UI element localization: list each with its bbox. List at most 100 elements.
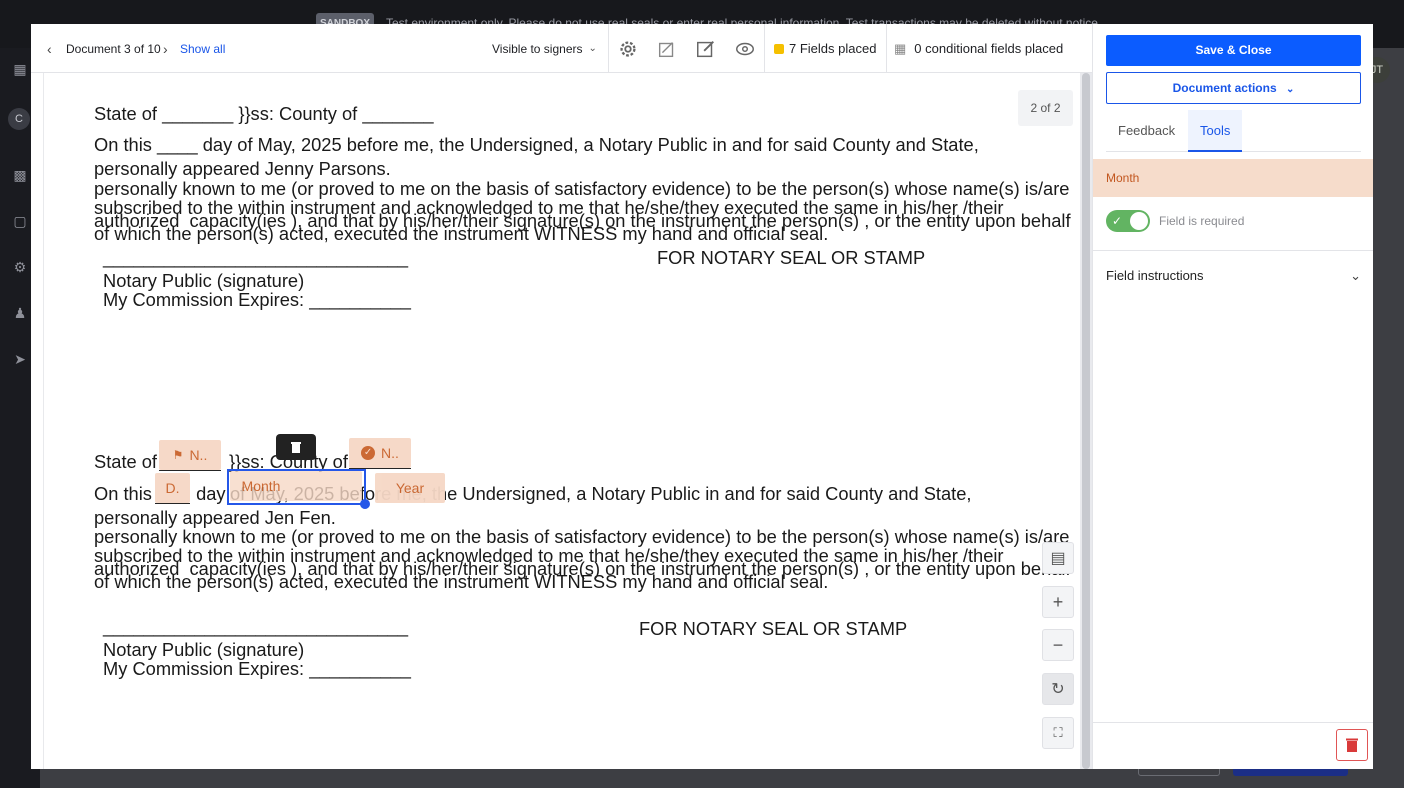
panel-tabs: Feedback Tools [1106, 110, 1361, 152]
show-all-link[interactable]: Show all [180, 24, 225, 73]
check-icon: ✓ [1112, 214, 1123, 228]
field-underline [159, 470, 221, 471]
save-close-button[interactable]: Save & Close [1106, 35, 1361, 66]
fields-dot-icon [774, 43, 784, 54]
doc-prev-button[interactable]: ‹ [47, 24, 52, 73]
doc-signature-line: ______________________________ [103, 616, 409, 637]
trash-icon [1346, 738, 1358, 752]
avatar: C [8, 108, 30, 130]
toolbar-divider [764, 24, 765, 73]
doc-next-button[interactable]: › [163, 24, 168, 73]
doc-signature-line: ______________________________ [103, 247, 409, 268]
calendar-icon: ▢ [13, 213, 27, 229]
chevron-down-icon: ⌄ [1350, 268, 1361, 283]
chevron-down-icon: ⌄ [588, 43, 597, 54]
settings-icon: ⚙ [13, 259, 27, 275]
field-chip-label: N.. [189, 447, 208, 463]
flag-icon: ⚑ [172, 448, 184, 462]
conditional-fields-label: 0 conditional fields placed [914, 41, 1064, 56]
selected-field-type: Month [1093, 159, 1373, 197]
doc-notary-label: Notary Public (signature) [103, 639, 305, 660]
resize-handle[interactable] [360, 499, 370, 509]
doc-notary-label: Notary Public (signature) [103, 270, 305, 291]
document-scrollbar[interactable] [1080, 73, 1092, 769]
doc-seal-label: FOR NOTARY SEAL OR STAMP [639, 618, 908, 639]
field-chip-label: Year [395, 480, 425, 496]
minus-icon: − [1052, 634, 1064, 655]
refresh-icon: ↻ [1051, 681, 1065, 698]
fullscreen-icon: ⛶ [1053, 725, 1063, 740]
delete-field-button[interactable] [1336, 729, 1368, 761]
fit-screen-button[interactable]: ⛶ [1042, 717, 1074, 749]
zoom-in-button[interactable]: + [1042, 586, 1074, 618]
doc-state-line: State of [94, 451, 163, 472]
dashboard-icon: ▩ [13, 167, 27, 183]
tab-feedback[interactable]: Feedback [1118, 110, 1175, 152]
required-label: Field is required [1159, 214, 1245, 228]
selected-field-outline[interactable] [227, 469, 366, 505]
rotate-button[interactable]: ↻ [1042, 673, 1074, 705]
fields-placed-label: 7 Fields placed [789, 41, 877, 56]
notary-state-field[interactable]: ⚑ N.. [159, 440, 221, 471]
doc-state-line: State of _______ }}ss: County of _______ [94, 103, 434, 124]
doc-text-line: personally known to me (or proved to me … [94, 178, 1070, 199]
doc-text-line: personally appeared Jen Fen. [94, 507, 336, 528]
field-chip-label: D. [165, 480, 180, 496]
rocket-icon: ➤ [14, 351, 26, 367]
edit-button[interactable] [695, 24, 717, 73]
gear-icon [620, 40, 636, 57]
check-circle-icon: ✓ [361, 446, 376, 460]
toolbar-divider [886, 24, 887, 73]
field-underline [155, 503, 190, 504]
edit-icon [697, 40, 714, 57]
divider [1093, 722, 1373, 723]
field-chip-label: N.. [381, 445, 399, 461]
page-view-button[interactable]: ▤ [1042, 542, 1074, 574]
zoom-out-button[interactable]: − [1042, 629, 1074, 661]
chevron-down-icon: ⌄ [1285, 84, 1295, 95]
toggle-knob [1130, 212, 1148, 230]
doc-expires-label: My Commission Expires: __________ [103, 658, 411, 679]
fields-placed-indicator[interactable]: 7 Fields placed [774, 24, 876, 73]
plus-icon: + [1052, 591, 1064, 612]
document-icon: ▤ [1050, 550, 1066, 567]
hierarchy-icon: ▦ [894, 40, 907, 56]
divider [1093, 250, 1373, 251]
visibility-dropdown[interactable]: Visible to signers ⌄ [492, 24, 597, 73]
doc-text-line: day [191, 483, 231, 504]
chevron-left-icon: ‹ [47, 40, 52, 57]
toolbar-divider [608, 24, 609, 73]
field-properties-panel: Save & Close Document actions ⌄ Feedback… [1092, 24, 1373, 769]
doc-text-line: of which the person(s) acted, executed t… [94, 223, 829, 244]
signature-icon [658, 41, 674, 57]
doc-text-line: of which the person(s) acted, executed t… [94, 571, 829, 592]
chevron-right-icon: › [163, 40, 168, 57]
visibility-label: Visible to signers [492, 41, 583, 56]
required-toggle[interactable]: ✓ [1106, 210, 1150, 232]
year-field[interactable]: Year [375, 473, 445, 503]
conditional-fields-indicator[interactable]: ▦ 0 conditional fields placed [894, 24, 1063, 73]
editor-toolbar: ‹ Document 3 of 10 › Show all Visible to… [31, 24, 1092, 73]
signature-tool-button[interactable] [656, 24, 678, 73]
doc-text-line: On this ____ day of May, 2025 before me,… [94, 134, 979, 155]
users-icon: ♟ [13, 305, 27, 321]
doc-seal-label: FOR NOTARY SEAL OR STAMP [657, 247, 926, 268]
doc-expires-label: My Commission Expires: __________ [103, 289, 411, 310]
field-instructions-toggle[interactable]: Field instructions ⌄ [1106, 268, 1361, 286]
page-indicator: 2 of 2 [1018, 90, 1073, 126]
scrollbar-thumb[interactable] [1082, 73, 1090, 769]
document-actions-label: Document actions [1172, 81, 1277, 95]
field-delete-popover[interactable] [276, 434, 316, 460]
notary-county-field[interactable]: ✓ N.. [349, 438, 411, 469]
doc-counter: Document 3 of 10 [66, 41, 161, 56]
eye-icon [736, 42, 754, 55]
document-actions-button[interactable]: Document actions ⌄ [1106, 72, 1361, 104]
field-instructions-label: Field instructions [1106, 268, 1204, 283]
apps-grid-icon: ▦ [13, 61, 27, 77]
preview-button[interactable] [734, 24, 756, 73]
tab-tools[interactable]: Tools [1188, 110, 1243, 152]
document-editor-modal: ‹ Document 3 of 10 › Show all Visible to… [31, 24, 1373, 769]
day-field[interactable]: D. [155, 473, 190, 504]
settings-button[interactable] [617, 24, 639, 73]
doc-text-line: personally appeared Jenny Parsons. [94, 158, 391, 179]
